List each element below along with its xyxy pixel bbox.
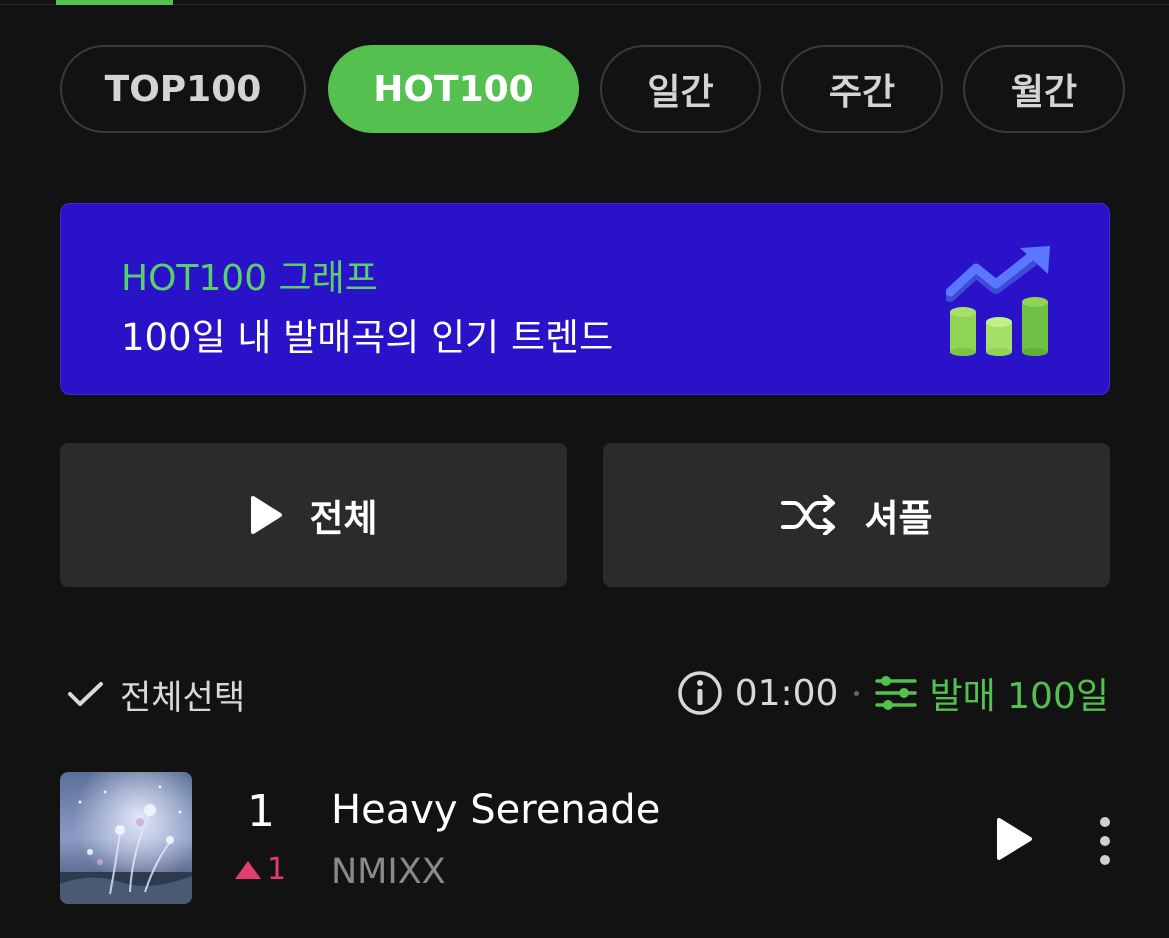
tab-monthly[interactable]: 월간 <box>963 45 1125 133</box>
active-top-tab-indicator <box>56 0 173 5</box>
select-all-label: 전체선택 <box>120 678 246 718</box>
rank-change: 1 <box>235 852 286 887</box>
release-filter-label[interactable]: 발매 100일 <box>929 667 1109 719</box>
trend-chart-icon <box>946 246 1050 356</box>
track-play-icon[interactable] <box>994 816 1034 862</box>
separator-dot <box>854 690 860 696</box>
top-divider <box>0 4 1169 5</box>
album-cover-image <box>60 772 192 904</box>
rank-change-value: 1 <box>267 852 287 887</box>
update-time: 01:00 <box>734 672 839 714</box>
rank-up-icon <box>235 860 261 879</box>
filter-sliders-icon[interactable] <box>875 673 918 713</box>
info-icon[interactable] <box>677 670 723 716</box>
shuffle-icon <box>781 495 836 535</box>
play-all-button[interactable]: 전체 <box>60 443 567 587</box>
banner-subtitle: 100일 내 발매곡의 인기 트렌드 <box>121 316 614 359</box>
track-rank: 1 <box>247 786 275 837</box>
play-all-label: 전체 <box>309 497 378 540</box>
album-art[interactable] <box>60 772 192 904</box>
banner-title: HOT100 그래프 <box>121 258 378 299</box>
more-options-icon[interactable] <box>1095 816 1115 866</box>
song-title[interactable]: Heavy Serenade <box>331 787 660 833</box>
tab-weekly[interactable]: 주간 <box>781 45 943 133</box>
play-icon <box>251 496 283 534</box>
shuffle-label: 셔플 <box>864 497 933 540</box>
hot100-graph-banner[interactable]: HOT100 그래프 100일 내 발매곡의 인기 트렌드 <box>60 203 1110 395</box>
tab-daily[interactable]: 일간 <box>600 45 761 133</box>
track-row[interactable]: 1 1 Heavy Serenade NMIXX <box>60 772 1130 906</box>
tab-top100[interactable]: TOP100 <box>60 45 306 133</box>
list-tools: 01:00 발매 100일 <box>677 668 1109 718</box>
tab-hot100[interactable]: HOT100 <box>328 45 579 133</box>
shuffle-button[interactable]: 셔플 <box>603 443 1110 587</box>
check-icon <box>68 681 103 706</box>
song-artist[interactable]: NMIXX <box>331 852 446 892</box>
select-all-toggle[interactable]: 전체선택 <box>66 670 245 719</box>
